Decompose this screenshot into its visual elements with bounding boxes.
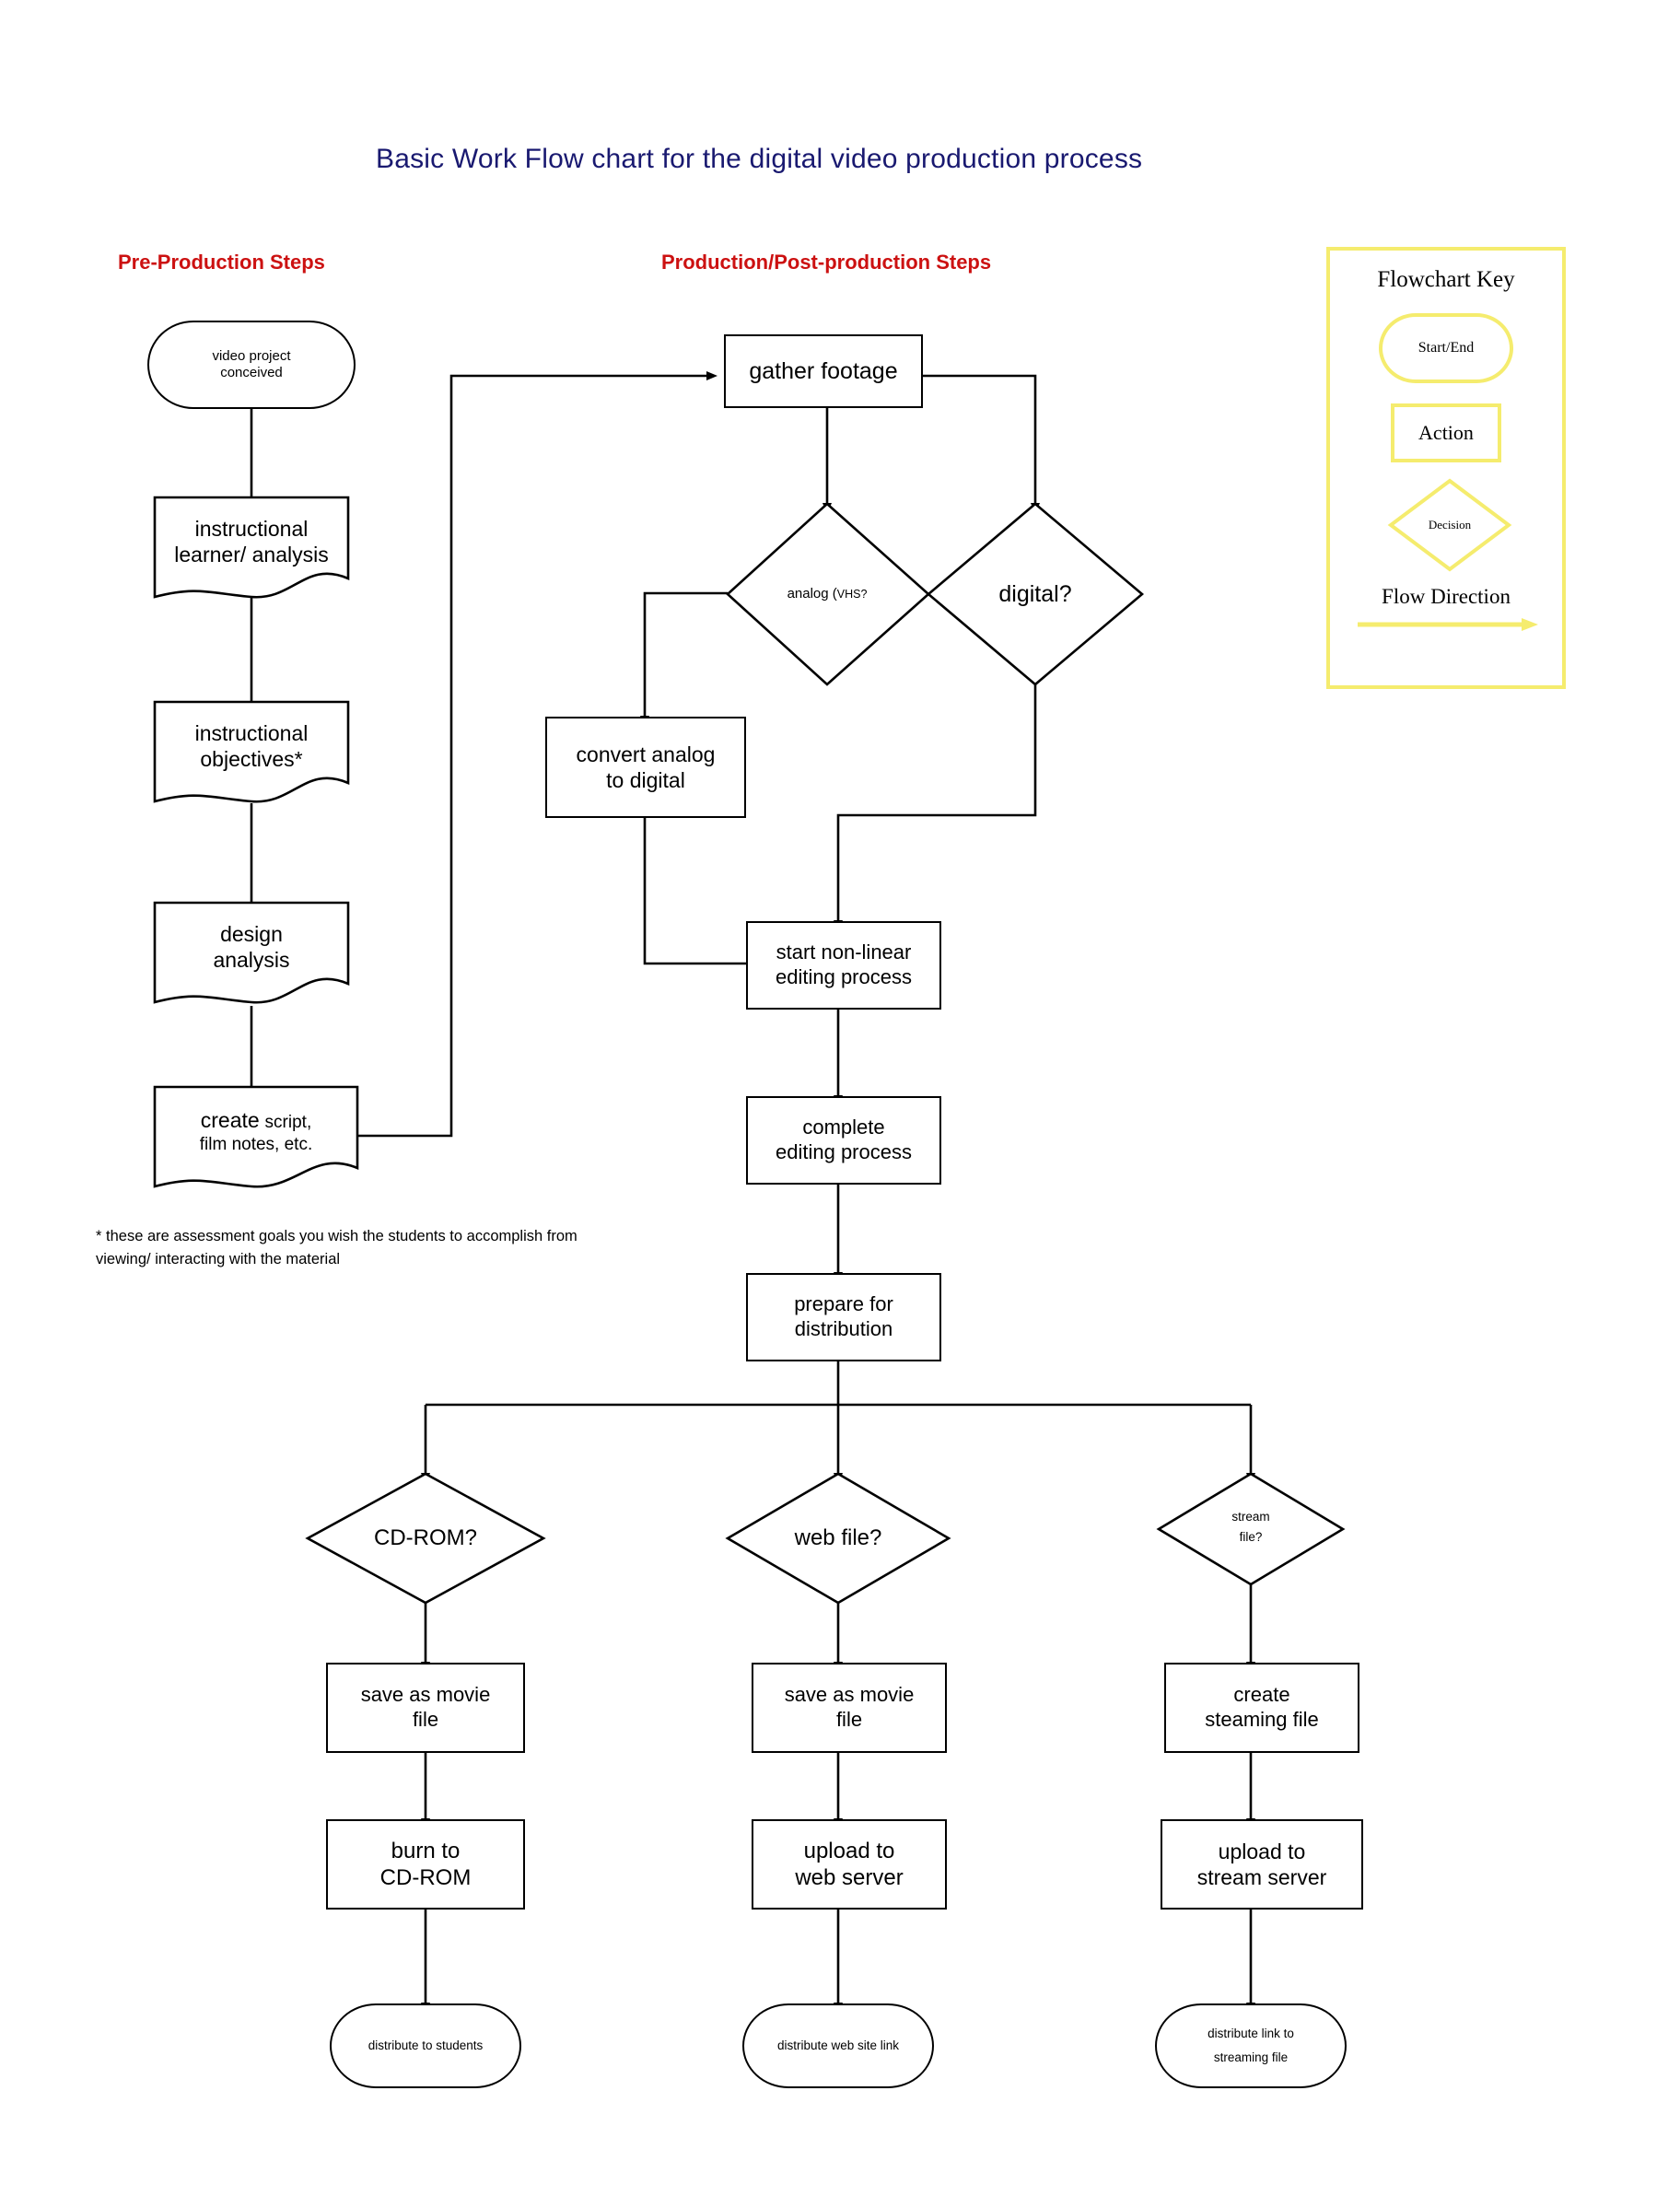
node-upload-to-web-server[interactable]: upload to web server (752, 1819, 947, 1910)
key-flow-direction-label: Flow Direction (1382, 584, 1511, 608)
node-text-line1: upload to (803, 1838, 895, 1863)
key-action-label: Action (1418, 420, 1474, 444)
node-webfile-question[interactable]: web file? (755, 1522, 921, 1555)
node-create-script[interactable]: create script, film notes, etc. (158, 1087, 354, 1175)
decision-shapes (305, 502, 1346, 1605)
node-text-line2: steaming file (1205, 1708, 1319, 1731)
flowchart-key-panel: Flowchart Key Start/End Action Decision … (1326, 247, 1566, 689)
node-text-line1a: analog ( (787, 586, 837, 602)
node-text-line1: create (1233, 1683, 1290, 1707)
node-text-line2: editing process (776, 1140, 912, 1163)
node-instructional-learner-analysis[interactable]: instructional learner/ analysis (155, 497, 348, 586)
node-text-line1: gather footage (749, 357, 898, 384)
node-text-line1: save as movie (360, 1683, 491, 1707)
node-text-line1: convert analog (576, 742, 716, 766)
key-decision-shape: Decision (1330, 475, 1562, 575)
node-text-line1: instructional (194, 720, 309, 745)
node-distribute-website-link[interactable]: distribute web site link (742, 2003, 934, 2088)
node-text-line2: to digital (606, 768, 685, 792)
node-gather-footage[interactable]: gather footage (724, 334, 923, 408)
node-burn-to-cdrom[interactable]: burn to CD-ROM (326, 1819, 525, 1910)
node-video-project-conceived[interactable]: video project conceived (147, 321, 356, 409)
node-text-line2: analysis (213, 948, 290, 972)
node-upload-to-stream-server[interactable]: upload to stream server (1161, 1819, 1363, 1910)
node-text-line1: distribute web site link (776, 2038, 900, 2052)
node-text-line1: instructional (194, 516, 309, 541)
edge-gather-to-digital (922, 374, 1040, 514)
key-decision-label: Decision (1428, 518, 1472, 532)
footnote-text: * these are assessment goals you wish th… (96, 1228, 578, 1267)
node-text-line2: file (412, 1708, 439, 1731)
node-save-as-movie-file-web[interactable]: save as movie file (752, 1663, 947, 1753)
key-start-end-label: Start/End (1418, 340, 1475, 356)
node-streamfile-question[interactable]: stream file? (1186, 1505, 1315, 1549)
node-text-line1: CD-ROM? (374, 1525, 477, 1551)
edge-analog-to-convert (640, 591, 728, 727)
node-text-line2: objectives* (200, 747, 303, 771)
node-text-line1: digital? (998, 580, 1072, 607)
node-start-nonlinear-editing[interactable]: start non-linear editing process (746, 921, 941, 1010)
node-design-analysis[interactable]: design analysis (155, 903, 348, 991)
node-text-line1a: create (200, 1108, 260, 1133)
node-text-line2: file (835, 1708, 863, 1731)
node-text-line2: file? (1239, 1530, 1263, 1544)
node-text-line1: design (220, 921, 283, 946)
column-header-production: Production/Post-production Steps (661, 251, 992, 274)
node-text-line1: stream (1231, 1510, 1270, 1524)
node-text-line1: burn to (391, 1838, 461, 1863)
node-text-line1: prepare for (794, 1292, 893, 1316)
node-text-line1b: VHS? (836, 588, 868, 602)
edge-convert-to-startedit (643, 818, 758, 968)
node-create-steaming-file[interactable]: create steaming file (1164, 1663, 1359, 1753)
node-distribute-streaming-link[interactable]: distribute link to streaming file (1155, 2003, 1347, 2088)
node-instructional-objectives[interactable]: instructional objectives* (155, 702, 348, 790)
node-text-line2: film notes, etc. (199, 1134, 313, 1154)
node-cdrom-question[interactable]: CD-ROM? (343, 1522, 508, 1555)
node-text-line2: web server (795, 1865, 904, 1890)
node-analog-question[interactable]: analog (VHS? (744, 578, 910, 610)
node-text-line1: video project (212, 347, 291, 364)
node-text-line2: editing process (776, 965, 912, 988)
node-text-line1: distribute link to (1208, 2027, 1294, 2041)
node-text-line1b: script, (264, 1113, 312, 1133)
node-text-line1: distribute to students (368, 2038, 484, 2052)
key-action-shape: Action (1391, 403, 1501, 462)
edge-digital-to-startedit (834, 683, 1037, 931)
node-text-line2: distribution (794, 1317, 893, 1340)
node-text-line2: learner/ analysis (174, 543, 329, 567)
node-distribute-to-students[interactable]: distribute to students (330, 2003, 521, 2088)
node-digital-question[interactable]: digital? (958, 577, 1113, 612)
node-prepare-for-distribution[interactable]: prepare for distribution (746, 1273, 941, 1361)
node-convert-analog-to-digital[interactable]: convert analog to digital (545, 717, 746, 818)
node-text-line2: CD-ROM (379, 1865, 472, 1890)
node-text-line1: upload to (1218, 1839, 1306, 1863)
node-save-as-movie-file-cdrom[interactable]: save as movie file (326, 1663, 525, 1753)
key-start-end-shape: Start/End (1379, 313, 1513, 383)
node-text-line1: start non-linear (776, 940, 912, 964)
document-shapes (153, 496, 359, 1188)
page-title: Basic Work Flow chart for the digital vi… (376, 144, 1143, 174)
node-text-line1: complete (802, 1116, 885, 1139)
node-text-line2: conceived (220, 365, 283, 380)
column-header-pre-production: Pre-Production Steps (118, 251, 325, 274)
node-text-line2: stream server (1196, 1865, 1327, 1889)
node-text-line1: save as movie (784, 1683, 915, 1707)
key-flow-direction-arrow-icon (1330, 613, 1562, 637)
node-text-line1: web file? (794, 1525, 882, 1551)
flowchart-canvas: Basic Work Flow chart for the digital vi… (0, 0, 1680, 2196)
node-complete-editing-process[interactable]: complete editing process (746, 1096, 941, 1185)
node-text-line2: streaming file (1213, 2050, 1289, 2064)
key-title: Flowchart Key (1377, 266, 1515, 292)
